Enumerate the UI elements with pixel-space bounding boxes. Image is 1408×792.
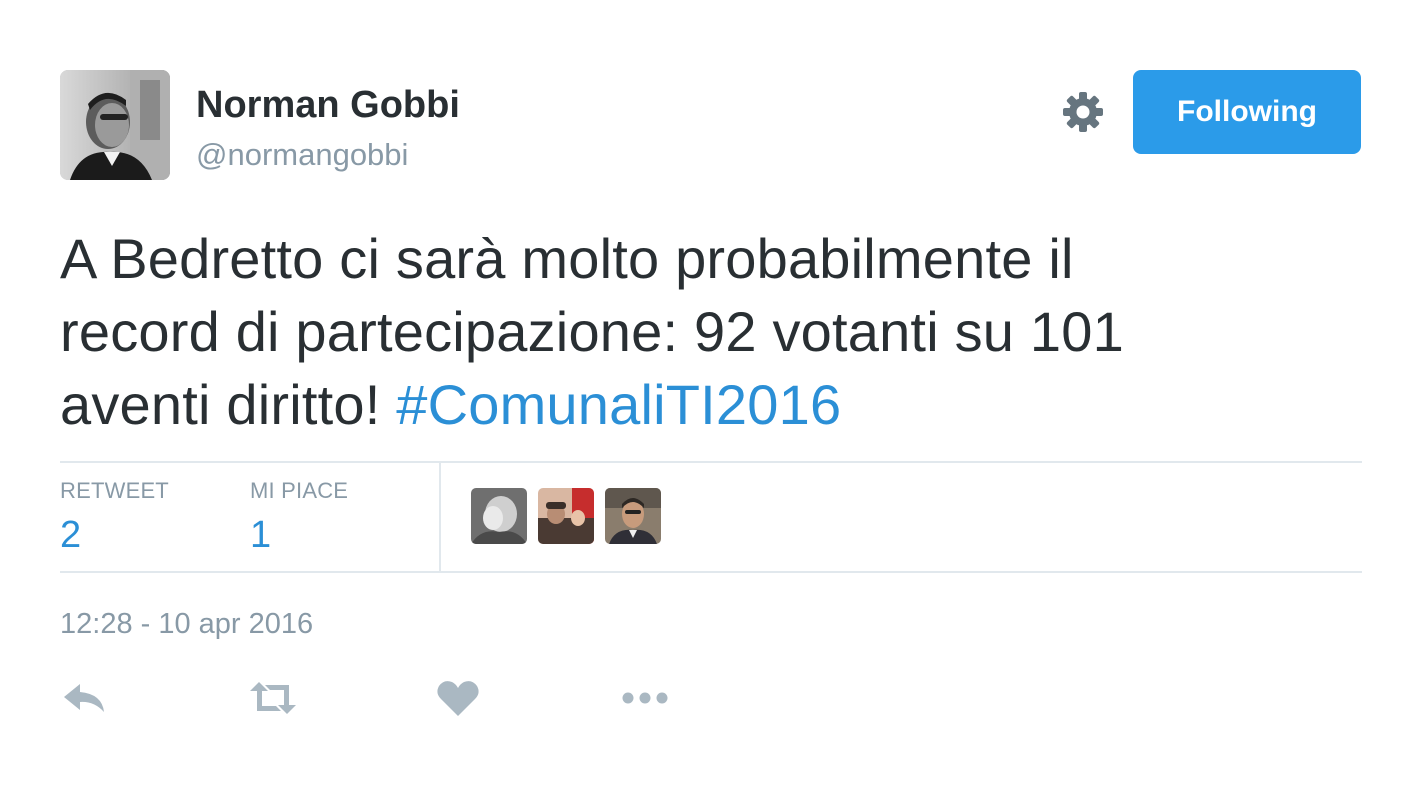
liker-avatar[interactable] [471, 488, 527, 544]
avatar[interactable] [60, 70, 170, 180]
likes-label: MI PIACE [250, 478, 349, 503]
retweets-stat[interactable]: RETWEET 2 [60, 478, 169, 560]
gear-icon[interactable] [1061, 90, 1105, 134]
divider [60, 461, 1362, 463]
divider [60, 571, 1362, 573]
liker-avatar-3-icon [605, 488, 661, 544]
tweet-text-segment: aventi diritto! [60, 373, 397, 436]
display-name[interactable]: Norman Gobbi [196, 82, 460, 128]
tweet-text-line: A Bedretto ci sarà molto probabilmente i… [60, 227, 1074, 290]
stats-divider [439, 462, 441, 572]
liker-avatar-2-icon [538, 488, 594, 544]
liker-avatar[interactable] [605, 488, 661, 544]
retweet-icon[interactable] [248, 676, 298, 720]
tweet-text-line: record di partecipazione: 92 votanti su … [60, 300, 1124, 363]
following-button[interactable]: Following [1133, 70, 1361, 154]
timestamp[interactable]: 12:28 - 10 apr 2016 [60, 606, 313, 642]
retweets-count[interactable]: 2 [60, 510, 169, 560]
more-icon[interactable] [620, 676, 670, 720]
screen-name[interactable]: @normangobbi [196, 136, 408, 174]
retweets-label: RETWEET [60, 478, 169, 503]
tweet-text: A Bedretto ci sarà molto probabilmente i… [60, 222, 1300, 441]
profile-photo-icon [60, 70, 170, 180]
tweet-card: Norman Gobbi @normangobbi Following A Be… [0, 0, 1408, 792]
likes-count[interactable]: 1 [250, 510, 348, 560]
liker-avatar-1-icon [471, 488, 527, 544]
heart-icon[interactable] [433, 676, 483, 720]
likes-stat[interactable]: MI PIACE 1 [250, 478, 348, 560]
reply-icon[interactable] [60, 676, 110, 720]
liker-avatars [471, 488, 661, 544]
liker-avatar[interactable] [538, 488, 594, 544]
hashtag-link[interactable]: #ComunaliTI2016 [396, 373, 841, 436]
tweet-text-line: aventi diritto! #ComunaliTI2016 [60, 368, 1300, 441]
